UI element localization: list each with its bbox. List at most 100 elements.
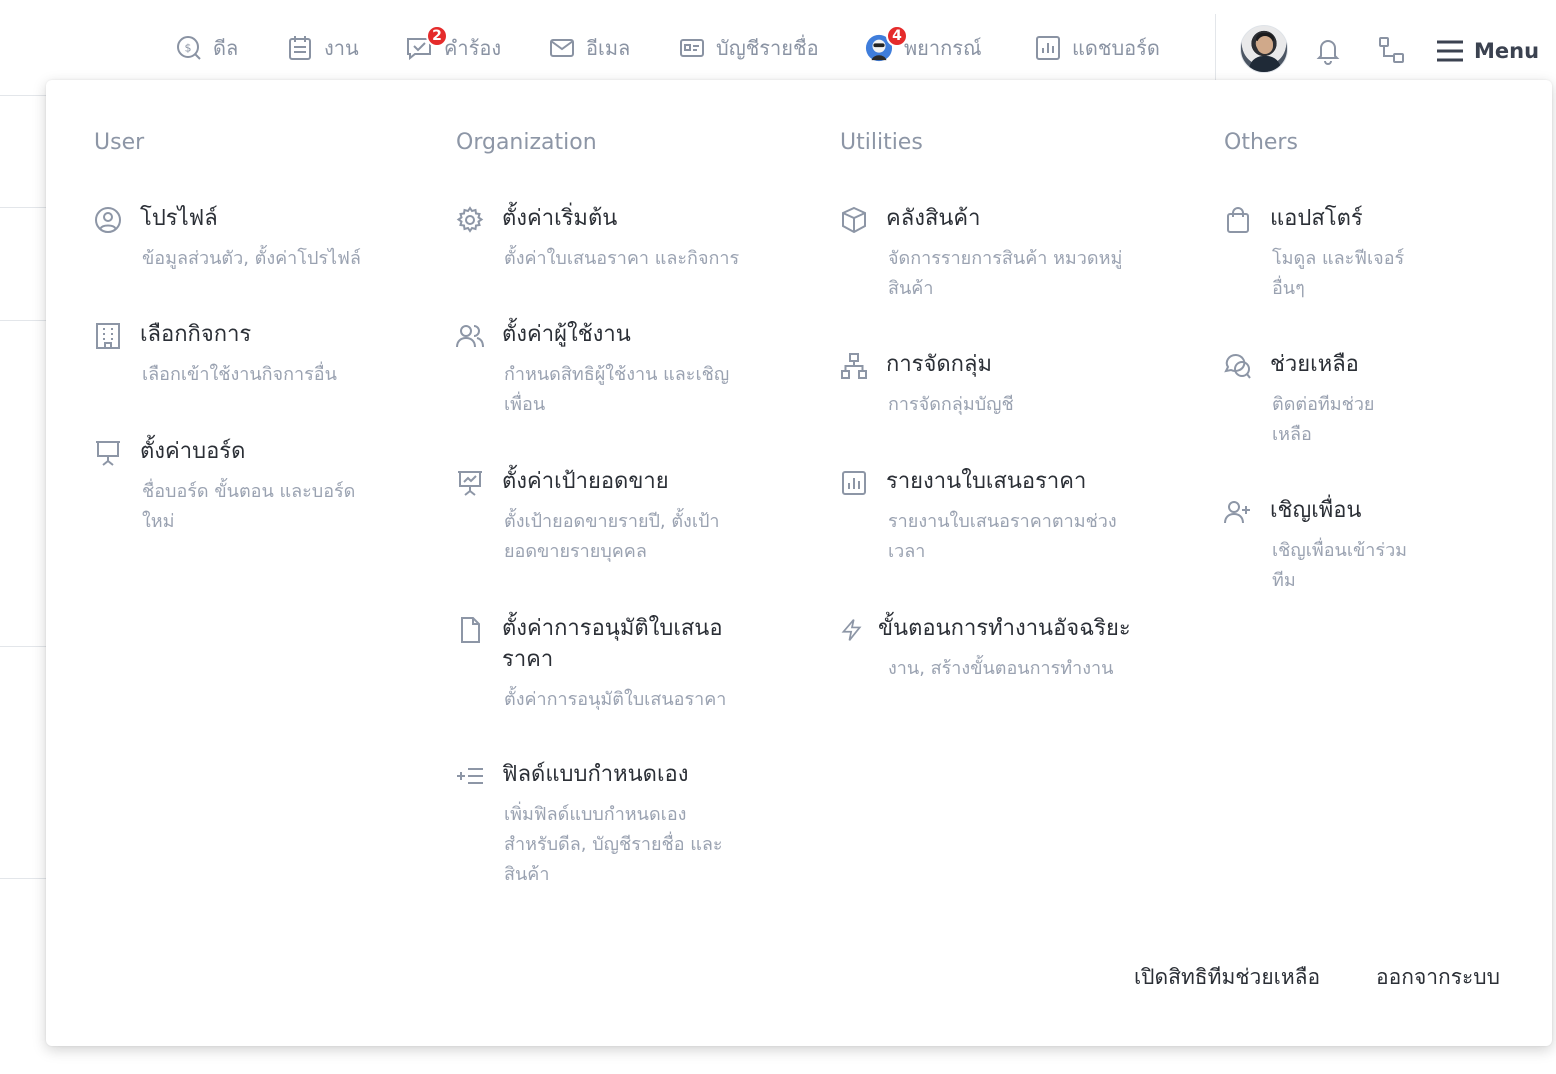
forecast-badge: 4: [886, 25, 908, 47]
grant-support-access-link[interactable]: เปิดสิทธิทีมช่วยเหลือ: [1134, 961, 1320, 994]
menu-item-desc: ข้อมูลส่วนตัว, ตั้งค่าโปรไฟล์: [142, 248, 361, 269]
nav-forecast[interactable]: 4 พยากรณ์: [864, 25, 982, 66]
nav-tasks[interactable]: งาน: [286, 30, 359, 66]
menu-item-app-store[interactable]: แอปสโตร์ โมดูล และฟีเจอร์ อื่นๆ: [1224, 204, 1484, 304]
users-icon: [456, 325, 484, 348]
nav-forecast-label: พยากรณ์: [904, 36, 982, 60]
menu-button[interactable]: Menu: [1436, 33, 1539, 69]
gear-icon: [456, 206, 484, 233]
menu-item-desc: เหลือ: [1272, 424, 1312, 445]
contact-card-icon: [680, 39, 704, 57]
document-icon: [461, 617, 480, 643]
menu-item-desc: เลือกเข้าใช้งานกิจการอื่น: [142, 364, 337, 385]
user-plus-icon: [1224, 501, 1250, 524]
nav-deals[interactable]: $ ดีล: [175, 30, 238, 66]
menu-item-desc: ชื่อบอร์ด ขั้นตอน และบอร์ด: [142, 481, 356, 502]
nav-dashboard-label: แดชบอร์ด: [1072, 36, 1160, 60]
menu-item-desc: เพิ่มฟิลด์แบบกำหนดเอง: [504, 804, 687, 825]
menu-item-title: ตั้งค่าบอร์ด: [140, 439, 246, 464]
chat-bubbles-icon: [1224, 353, 1251, 379]
column-title-utilities: Utilities: [840, 130, 923, 155]
menu-item-quotation-report[interactable]: รายงานใบเสนอราคา รายงานใบเสนอราคาตามช่วง…: [840, 467, 1170, 567]
nav-email-label: อีเมล: [586, 36, 631, 60]
menu-item-title-line2: ราคา: [502, 647, 554, 672]
menu-item-title: รายงานใบเสนอราคา: [886, 469, 1087, 494]
menu-item-title: การจัดกลุ่ม: [886, 352, 992, 377]
task-icon: [289, 36, 311, 60]
menu-item-smart-workflow[interactable]: ขั้นตอนการทำงานอัจฉริยะ งาน, สร้างขั้นตอ…: [840, 614, 1170, 684]
menu-item-sales-target[interactable]: ตั้งค่าเป้ายอดขาย ตั้งเป้ายอดขายรายปี, ต…: [456, 467, 786, 567]
menu-item-quotation-approval[interactable]: ตั้งค่าการอนุมัติใบเสนอ ราคา ตั้งค่าการอ…: [456, 614, 786, 714]
user-circle-icon: [95, 207, 121, 233]
lightning-icon: [841, 619, 862, 641]
menu-item-grouping[interactable]: การจัดกลุ่ม การจัดกลุ่มบัญชี: [840, 350, 1170, 420]
menu-item-title: โปรไฟล์: [140, 206, 218, 231]
menu-item-board-settings[interactable]: ตั้งค่าบอร์ด ชื่อบอร์ด ขั้นตอน และบอร์ด …: [94, 437, 414, 537]
menu-item-inventory[interactable]: คลังสินค้า จัดการรายการสินค้า หมวดหมู่ ส…: [840, 204, 1170, 304]
menu-item-desc: ตั้งเป้ายอดขายรายปี, ตั้งเป้า: [504, 511, 720, 532]
svg-text:$: $: [185, 42, 192, 55]
nav-requests-label: คำร้อง: [444, 36, 502, 60]
menu-item-title: แอปสโตร์: [1270, 206, 1363, 231]
dashboard-icon: [1036, 36, 1060, 60]
menu-item-title: คลังสินค้า: [886, 206, 981, 231]
menu-item-profile[interactable]: โปรไฟล์ ข้อมูลส่วนตัว, ตั้งค่าโปรไฟล์: [94, 204, 414, 274]
menu-item-desc: ตั้งค่าใบเสนอราคา และกิจการ: [504, 248, 740, 269]
notifications-button[interactable]: [1312, 34, 1344, 66]
shopping-bag-icon: [1227, 207, 1249, 233]
menu-item-title: ตั้งค่าผู้ใช้งาน: [502, 322, 631, 347]
mail-icon: [550, 39, 574, 57]
menu-dropdown: User โปรไฟล์ ข้อมูลส่วนตัว, ตั้งค่าโปรไฟ…: [46, 80, 1552, 1046]
menu-item-desc: ทีม: [1272, 570, 1296, 591]
hierarchy-icon: [841, 353, 867, 379]
nav-contacts[interactable]: บัญชีรายชื่อ: [678, 30, 819, 66]
nav-tasks-label: งาน: [324, 36, 359, 60]
menu-item-default-settings[interactable]: ตั้งค่าเริ่มต้น ตั้งค่าใบเสนอราคา และกิจ…: [456, 204, 786, 274]
requests-badge: 2: [426, 25, 448, 47]
box-icon: [842, 206, 866, 234]
column-title-user: User: [94, 130, 145, 155]
menu-item-desc: รายงานใบเสนอราคาตามช่วง: [888, 511, 1117, 532]
nav-dashboard[interactable]: แดชบอร์ด: [1034, 30, 1160, 66]
bell-icon: [1316, 40, 1340, 65]
menu-item-user-settings[interactable]: ตั้งค่าผู้ใช้งาน กำหนดสิทธิผู้ใช้งาน และ…: [456, 320, 786, 420]
menu-item-title: ฟิลด์แบบกำหนดเอง: [502, 762, 689, 787]
menu-item-desc: เวลา: [888, 541, 926, 562]
menu-item-desc: ใหม่: [142, 511, 175, 532]
add-list-icon: [457, 768, 483, 784]
menu-item-select-business[interactable]: เลือกกิจการ เลือกเข้าใช้งานกิจการอื่น: [94, 320, 414, 390]
menu-item-desc: กำหนดสิทธิผู้ใช้งาน และเชิญ: [504, 364, 730, 385]
column-title-others: Others: [1224, 130, 1298, 155]
menu-item-desc: เพื่อน: [504, 394, 546, 415]
deal-icon: $: [177, 36, 201, 60]
menu-item-title: เชิญเพื่อน: [1270, 498, 1362, 523]
menu-item-desc: ติดต่อทีมช่วย: [1272, 394, 1375, 415]
menu-item-title: ตั้งค่าเริ่มต้น: [502, 206, 618, 231]
hamburger-icon: [1437, 40, 1463, 62]
menu-item-invite-friends[interactable]: เชิญเพื่อน เชิญเพื่อนเข้าร่วม ทีม: [1224, 496, 1484, 596]
menu-item-desc: โมดูล และฟีเจอร์: [1272, 248, 1405, 269]
nav-email[interactable]: อีเมล: [548, 30, 630, 66]
menu-item-help[interactable]: ช่วยเหลือ ติดต่อทีมช่วย เหลือ: [1224, 350, 1484, 450]
menu-button-label: Menu: [1474, 39, 1540, 63]
building-icon: [96, 323, 120, 349]
bar-chart-icon: [842, 471, 866, 495]
user-avatar[interactable]: [1240, 25, 1288, 73]
nav-deals-label: ดีล: [213, 36, 239, 60]
menu-item-desc: สินค้า: [888, 278, 934, 299]
menu-item-desc: งาน, สร้างขั้นตอนการทำงาน: [888, 658, 1114, 679]
menu-item-custom-fields[interactable]: ฟิลด์แบบกำหนดเอง เพิ่มฟิลด์แบบกำหนดเอง ส…: [456, 760, 786, 890]
menu-item-title: เลือกกิจการ: [140, 322, 252, 347]
column-title-organization: Organization: [456, 130, 597, 155]
menu-item-desc: สินค้า: [504, 864, 550, 885]
menu-item-desc: ยอดขายรายบุคคล: [504, 541, 647, 562]
nav-divider: [1215, 14, 1216, 80]
menu-item-title: ช่วยเหลือ: [1270, 352, 1359, 377]
menu-item-desc: เชิญเพื่อนเข้าร่วม: [1272, 540, 1408, 561]
nav-requests[interactable]: 2 คำร้อง: [404, 25, 502, 66]
menu-item-desc: สำหรับดีล, บัญชีรายชื่อ และ: [504, 834, 723, 855]
logout-link[interactable]: ออกจากระบบ: [1376, 961, 1500, 994]
menu-item-title: ตั้งค่าเป้ายอดขาย: [502, 469, 669, 494]
workflow-button[interactable]: [1376, 34, 1408, 66]
background-page: [0, 0, 46, 1074]
